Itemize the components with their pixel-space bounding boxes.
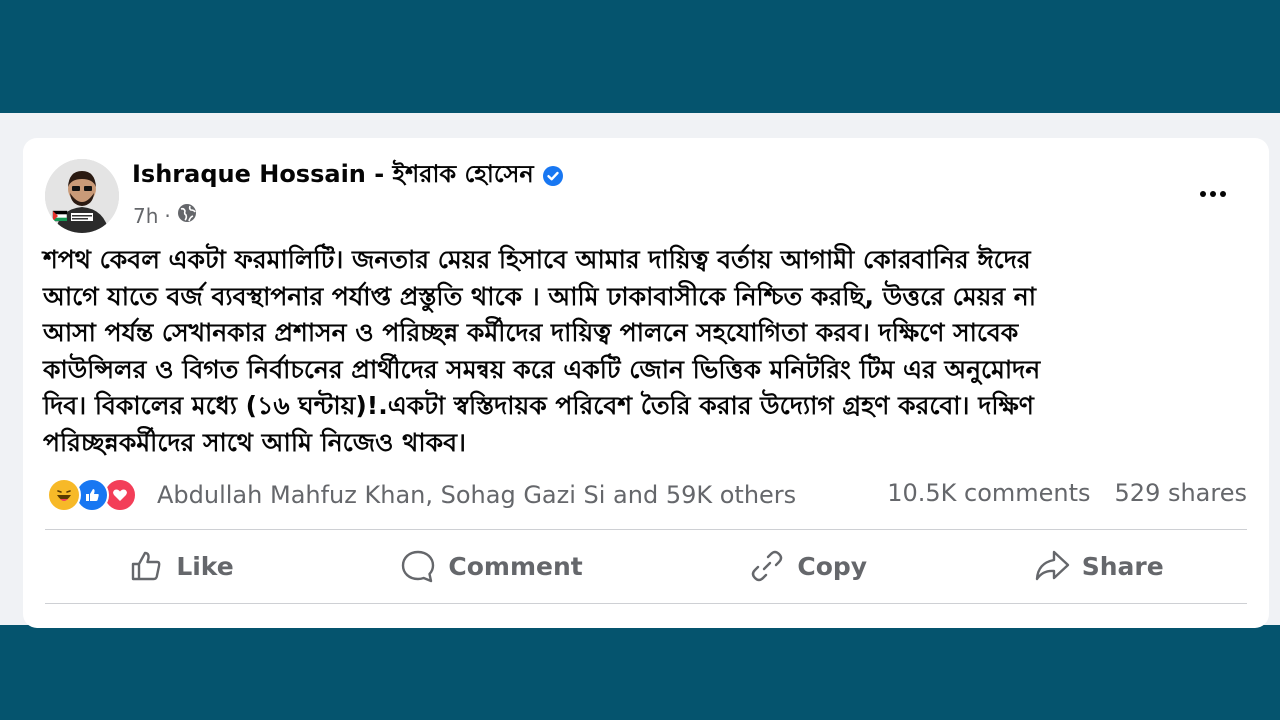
divider-top bbox=[45, 529, 1247, 530]
comment-button[interactable]: Comment bbox=[400, 548, 583, 584]
like-icon bbox=[132, 551, 161, 581]
verified-badge-icon bbox=[542, 165, 564, 187]
share-button[interactable]: Share bbox=[1034, 548, 1164, 584]
author-avatar[interactable] bbox=[45, 159, 119, 233]
globe-icon bbox=[177, 203, 197, 228]
engagement-counts: 10.5K comments 529 shares bbox=[887, 479, 1247, 507]
share-icon bbox=[1035, 550, 1069, 581]
comment-icon bbox=[402, 550, 435, 583]
share-label: Share bbox=[1081, 551, 1164, 581]
comment-label: Comment bbox=[448, 551, 583, 581]
post-text: শপথ কেবল একটা ফরমালিটি। জনতার মেয়র হিসা… bbox=[43, 245, 1041, 457]
more-dot bbox=[1220, 191, 1226, 197]
haha-reaction-icon bbox=[47, 478, 81, 512]
meta-separator: · bbox=[164, 203, 171, 228]
post-card: Ishraque Hossain - ইশরাক হোসেন 7h · শপথ … bbox=[23, 138, 1269, 628]
action-bar: Like Comment Copy Share bbox=[45, 531, 1247, 601]
post-meta: 7h · bbox=[133, 203, 197, 228]
more-dot bbox=[1200, 191, 1206, 197]
like-button[interactable]: Like bbox=[128, 548, 234, 584]
more-options-icon[interactable] bbox=[1191, 182, 1235, 206]
comment-count[interactable]: 10.5K comments bbox=[887, 479, 1090, 507]
copy-button[interactable]: Copy bbox=[749, 548, 867, 584]
author-name-text[interactable]: Ishraque Hossain - ইশরাক হোসেন bbox=[132, 156, 534, 196]
more-dot bbox=[1210, 191, 1216, 197]
reactions-summary[interactable]: Abdullah Mahfuz Khan, Sohag Gazi Si and … bbox=[157, 481, 796, 509]
copy-link-icon bbox=[752, 550, 783, 582]
reaction-icons[interactable] bbox=[47, 478, 137, 512]
copy-label: Copy bbox=[797, 551, 868, 581]
like-label: Like bbox=[176, 551, 234, 581]
share-count[interactable]: 529 shares bbox=[1115, 479, 1247, 507]
post-time[interactable]: 7h bbox=[133, 204, 158, 228]
author-name[interactable]: Ishraque Hossain - ইশরাক হোসেন bbox=[132, 160, 564, 192]
divider-bottom bbox=[45, 603, 1247, 604]
